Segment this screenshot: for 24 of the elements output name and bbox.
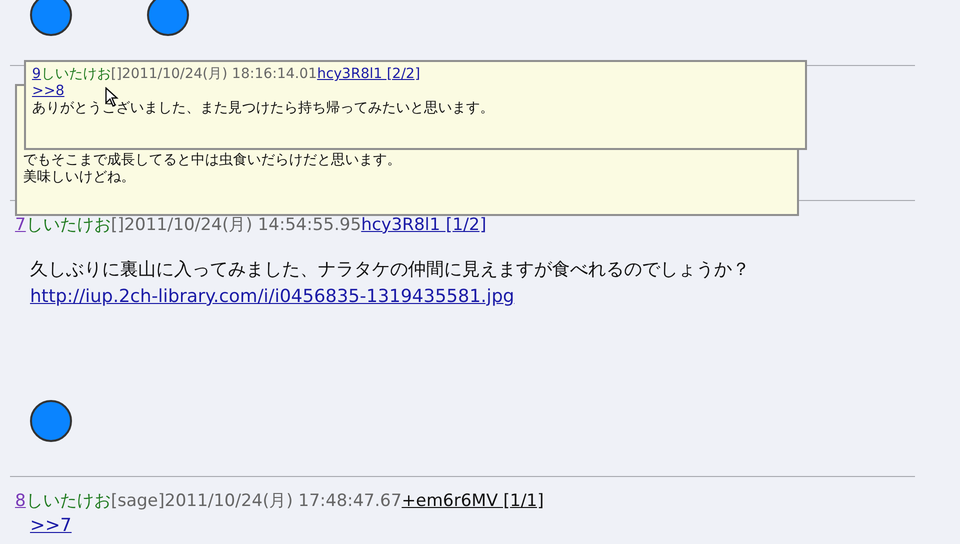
- mail-field: []: [110, 215, 124, 235]
- post-date: 2011/10/24(月) 14:54:55.95: [124, 215, 362, 235]
- popup-text: でもそこまで成長してると中は虫食いだらけだと思います。: [23, 152, 402, 169]
- popup-text: 美味しいけどね。: [23, 169, 136, 186]
- post-number-link[interactable]: 9: [32, 66, 41, 82]
- poster-name: しいたけお: [40, 66, 111, 82]
- poster-id-link[interactable]: hcy3R8l1 [2/2]: [317, 66, 420, 82]
- poster-name: しいたけお: [26, 491, 111, 511]
- post-link[interactable]: http://iup.2ch-library.com/i/i0456835-1319435581.jpg: [30, 286, 514, 307]
- poster-id-link[interactable]: +em6r6MV [1/1]: [402, 491, 544, 511]
- image-thumbnail[interactable]: [147, 0, 189, 36]
- post-number-link[interactable]: 7: [15, 215, 26, 235]
- mail-field: []: [110, 66, 122, 82]
- reply-anchor-link[interactable]: >>8: [32, 83, 64, 99]
- poster-name: しいたけお: [26, 215, 111, 235]
- post-text: 久しぶりに裏山に入ってみました、ナラタケの仲間に見えますが食べれるのでしょうか？: [30, 258, 751, 282]
- image-thumbnail[interactable]: [30, 0, 72, 36]
- image-thumbnail[interactable]: [30, 400, 72, 442]
- post-link[interactable]: >>7: [30, 515, 72, 536]
- post-number-link[interactable]: 8: [15, 491, 26, 511]
- post-date: 2011/10/24(月) 18:16:14.01: [122, 66, 318, 82]
- post-date: 2011/10/24(月) 17:48:47.67: [164, 491, 402, 511]
- poster-id-link[interactable]: hcy3R8l1 [1/2]: [361, 215, 486, 235]
- mail-field: [sage]: [110, 491, 165, 511]
